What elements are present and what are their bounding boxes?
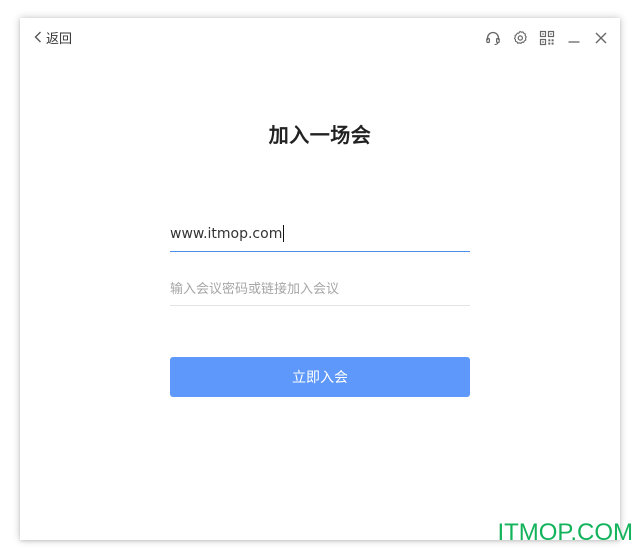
- meeting-id-input[interactable]: www.itmop.com: [170, 216, 470, 252]
- meeting-id-value: www.itmop.com: [170, 225, 283, 242]
- join-meeting-panel: 加入一场会 www.itmop.com 输入会议密码或链接加入会议 立即入会: [20, 18, 620, 540]
- join-meeting-window: 返回 加入一场会 www.itmop.com 输入会议密码或链接加入会议 立即入…: [20, 18, 620, 540]
- page-title: 加入一场会: [268, 123, 372, 147]
- screen: 返回 加入一场会 www.itmop.com 输入会议密码或链接加入会议 立即入…: [0, 0, 640, 560]
- password-placeholder: 输入会议密码或链接加入会议: [170, 282, 340, 297]
- text-caret: [283, 225, 285, 242]
- password-input[interactable]: 输入会议密码或链接加入会议: [170, 270, 470, 306]
- watermark-text: ITMOP.COM: [497, 519, 633, 546]
- join-now-button[interactable]: 立即入会: [170, 357, 470, 397]
